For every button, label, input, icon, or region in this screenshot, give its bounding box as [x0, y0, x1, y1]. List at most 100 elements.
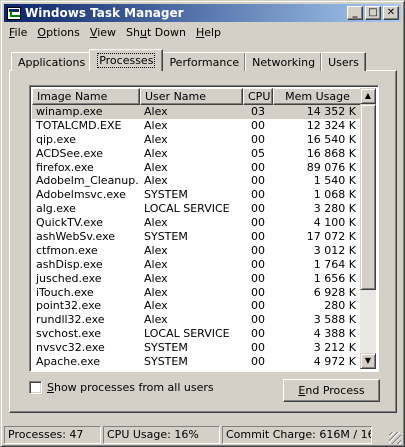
table-row[interactable]: firefox.exe Alex 00 89 076 K: [32, 161, 362, 175]
cell-user-name: Alex: [140, 105, 243, 119]
table-row[interactable]: QuickTV.exe Alex 00 4 100 K: [32, 216, 362, 230]
column-mem-usage[interactable]: Mem Usage: [273, 88, 362, 105]
cell-user-name: SYSTEM: [144, 355, 188, 369]
table-row[interactable]: point32.exe Alex 00 280 K: [32, 299, 362, 313]
cell-image-name: jusched.exe: [36, 271, 102, 285]
cell-mem-usage: 1 068 K: [313, 188, 356, 202]
cell-image-name: qip.exe: [36, 132, 77, 146]
cell-cpu: 00: [251, 257, 265, 271]
cell-mem-usage: 17 072 K: [306, 230, 356, 244]
tab-performance[interactable]: Performance: [162, 52, 247, 71]
cell-mem-usage: 16 540 K: [306, 132, 356, 146]
resize-grip[interactable]: [389, 432, 401, 444]
table-row[interactable]: ctfmon.exe Alex 00 3 012 K: [32, 244, 362, 258]
tab-networking-label: Networking: [252, 55, 316, 69]
cell-user-name: SYSTEM: [144, 230, 188, 244]
cell-image-name: TOTALCMD.EXE: [36, 118, 122, 132]
cell-cpu: 00: [251, 299, 265, 313]
menu-help[interactable]: Help: [191, 26, 226, 39]
cell-cpu: 00: [251, 313, 265, 327]
minimize-button[interactable]: _: [347, 6, 363, 20]
tab-users[interactable]: Users: [321, 52, 366, 71]
task-manager-window: Windows Task Manager _ □ ✕ File Options …: [0, 0, 405, 447]
cell-image-name: alg.exe: [36, 202, 76, 216]
tab-processes[interactable]: Processes: [89, 49, 164, 71]
table-row[interactable]: ACDSee.exe Alex 05 16 868 K: [32, 147, 362, 161]
table-row[interactable]: winamp.exe Alex 03 14 352 K: [32, 105, 362, 119]
title-bar[interactable]: Windows Task Manager _ □ ✕: [4, 4, 401, 22]
show-all-users-option[interactable]: Show processes from all users: [29, 381, 214, 394]
cell-mem-usage: 4 388 K: [313, 327, 356, 341]
vertical-scrollbar[interactable]: ▲ ▼: [360, 88, 376, 369]
scroll-thumb[interactable]: [360, 104, 376, 290]
menu-file-label: ile: [14, 26, 28, 39]
table-row[interactable]: Adobelm_Cleanup... Alex 00 1 540 K: [32, 174, 362, 188]
cell-user-name: SYSTEM: [144, 188, 188, 202]
tab-networking[interactable]: Networking: [245, 52, 323, 71]
cell-image-name: Adobelm_Cleanup...: [36, 174, 140, 188]
column-user-name[interactable]: User Name: [140, 88, 243, 105]
cell-user-name: Alex: [144, 271, 168, 285]
menu-file[interactable]: File: [4, 26, 32, 39]
table-row[interactable]: qip.exe Alex 00 16 540 K: [32, 133, 362, 147]
scroll-up-button[interactable]: ▲: [360, 88, 376, 104]
menu-bar: File Options View Shut Down Help: [4, 23, 401, 42]
menu-options-label: ptions: [46, 26, 80, 39]
cell-image-name: nvsvc32.exe: [36, 341, 105, 355]
table-row[interactable]: svchost.exe LOCAL SERVICE 00 4 388 K: [32, 327, 362, 341]
tab-performance-label: Performance: [169, 55, 240, 69]
cell-user-name: Alex: [144, 243, 168, 257]
process-list[interactable]: Image Name User Name CPU Mem Usage winam…: [29, 85, 379, 372]
cell-user-name: Alex: [144, 132, 168, 146]
cell-image-name: winamp.exe: [32, 105, 140, 119]
cell-user-name: Alex: [144, 118, 168, 132]
column-cpu[interactable]: CPU: [243, 88, 273, 105]
cell-image-name: ctfmon.exe: [36, 243, 98, 257]
cell-mem-usage: 3 588 K: [313, 313, 356, 327]
table-row[interactable]: ashWebSv.exe SYSTEM 00 17 072 K: [32, 230, 362, 244]
table-row[interactable]: rundll32.exe Alex 00 3 588 K: [32, 313, 362, 327]
end-process-button[interactable]: End Process: [283, 379, 380, 402]
table-row[interactable]: jusched.exe Alex 00 1 656 K: [32, 272, 362, 286]
cell-user-name: Alex: [144, 313, 168, 327]
cell-image-name: Adobelmsvc.exe: [36, 188, 126, 202]
cell-image-name: point32.exe: [36, 299, 102, 313]
menu-shut-down-label: t Down: [146, 26, 186, 39]
cell-user-name: Alex: [144, 257, 168, 271]
cell-cpu: 00: [251, 327, 265, 341]
window-title: Windows Task Manager: [25, 6, 184, 20]
column-headers: Image Name User Name CPU Mem Usage: [32, 88, 362, 105]
menu-help-label: elp: [204, 26, 222, 39]
task-manager-icon: [7, 6, 21, 20]
table-row[interactable]: iTouch.exe Alex 00 6 928 K: [32, 286, 362, 300]
cell-cpu: 00: [251, 285, 265, 299]
column-image-name[interactable]: Image Name: [32, 88, 140, 105]
cell-image-name: ACDSee.exe: [36, 146, 104, 160]
scroll-down-button[interactable]: ▼: [360, 353, 376, 369]
cell-user-name: LOCAL SERVICE: [144, 327, 230, 341]
table-row[interactable]: TOTALCMD.EXE Alex 00 12 324 K: [32, 119, 362, 133]
table-row[interactable]: ashDisp.exe Alex 00 1 764 K: [32, 258, 362, 272]
close-button[interactable]: ✕: [383, 6, 399, 20]
maximize-button[interactable]: □: [365, 6, 381, 20]
cell-mem-usage: 1 656 K: [313, 271, 356, 285]
table-row[interactable]: Apache.exe SYSTEM 00 4 972 K: [32, 355, 362, 369]
cell-mem-usage: 4 972 K: [313, 355, 356, 369]
cell-mem-usage: 3 280 K: [313, 202, 356, 216]
cell-mem-usage: 1 540 K: [313, 174, 356, 188]
cell-image-name: Apache.exe: [36, 355, 101, 369]
show-all-users-checkbox[interactable]: [29, 381, 42, 394]
cell-cpu: 00: [251, 202, 265, 216]
tab-applications[interactable]: Applications: [11, 52, 93, 71]
table-row[interactable]: Adobelmsvc.exe SYSTEM 00 1 068 K: [32, 188, 362, 202]
table-row[interactable]: alg.exe LOCAL SERVICE 00 3 280 K: [32, 202, 362, 216]
cell-mem-usage: 6 928 K: [313, 285, 356, 299]
menu-shut-down-mnemonic: u: [139, 26, 147, 39]
menu-view[interactable]: View: [85, 26, 121, 39]
table-row[interactable]: nvsvc32.exe SYSTEM 00 3 212 K: [32, 341, 362, 355]
menu-shut-down[interactable]: Shut Down: [121, 26, 191, 39]
tab-processes-label: Processes: [97, 53, 156, 68]
cell-image-name: svchost.exe: [36, 327, 102, 341]
menu-options[interactable]: Options: [32, 26, 84, 39]
tab-applications-label: Applications: [18, 55, 86, 69]
